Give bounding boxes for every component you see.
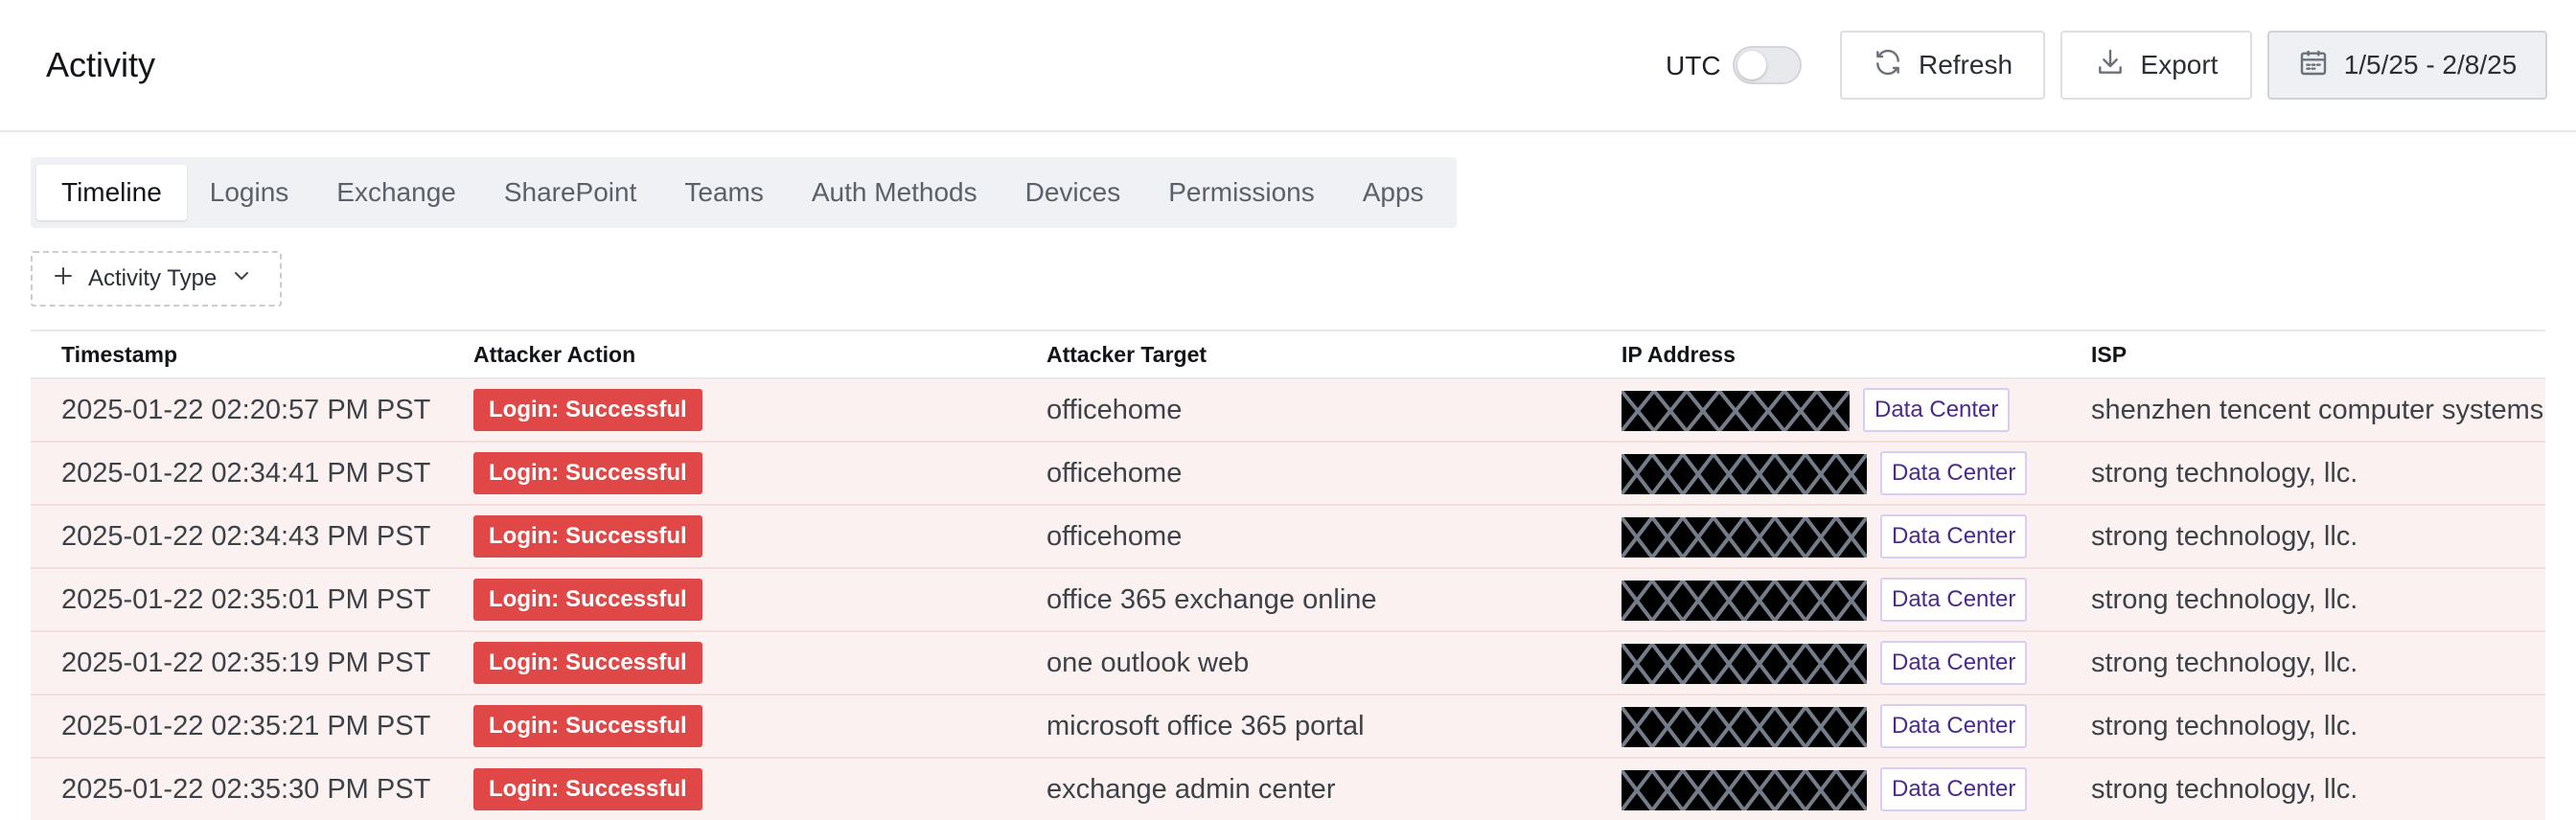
table-header: Timestamp Attacker Action Attacker Targe…	[31, 330, 2545, 379]
utc-label: UTC	[1666, 51, 1721, 80]
timestamp-cell: 2025-01-22 02:35:30 PM PST	[61, 774, 431, 805]
refresh-icon	[1873, 47, 1903, 84]
redacted-ip	[1622, 770, 1867, 810]
action-badge: Login: Successful	[473, 452, 702, 494]
action-badge: Login: Successful	[473, 579, 702, 621]
action-badge: Login: Successful	[473, 515, 702, 558]
redacted-ip	[1622, 707, 1867, 747]
refresh-label: Refresh	[1918, 50, 2013, 80]
data-center-badge: Data Center	[1880, 704, 2028, 748]
tab-sharepoint[interactable]: SharePoint	[479, 165, 662, 220]
data-center-badge: Data Center	[1880, 578, 2028, 622]
target-cell: microsoft office 365 portal	[1046, 711, 1365, 741]
data-center-badge: Data Center	[1880, 451, 2028, 495]
target-cell: officehome	[1046, 395, 1183, 425]
timestamp-cell: 2025-01-22 02:35:19 PM PST	[61, 648, 431, 678]
target-cell: officehome	[1046, 458, 1183, 489]
activity-tabs: Timeline Logins Exchange SharePoint Team…	[31, 157, 1457, 228]
isp-cell: strong technology, llc.	[2091, 458, 2358, 489]
activity-type-filter[interactable]: Activity Type	[31, 251, 282, 307]
tab-permissions[interactable]: Permissions	[1143, 165, 1339, 220]
column-header-ip-address[interactable]: IP Address	[1622, 331, 1736, 377]
tab-exchange[interactable]: Exchange	[311, 165, 481, 220]
isp-cell: shenzhen tencent computer systems c	[2091, 395, 2545, 425]
export-label: Export	[2140, 50, 2219, 80]
export-button[interactable]: Export	[2060, 31, 2252, 100]
redacted-ip	[1622, 454, 1867, 494]
column-header-attacker-action[interactable]: Attacker Action	[473, 331, 635, 377]
isp-cell: strong technology, llc.	[2091, 648, 2358, 678]
tab-teams[interactable]: Teams	[659, 165, 788, 220]
data-center-badge: Data Center	[1863, 388, 2011, 432]
table-row[interactable]: 2025-01-22 02:35:01 PM PST Login: Succes…	[31, 569, 2545, 632]
tab-auth-methods[interactable]: Auth Methods	[787, 165, 1002, 220]
target-cell: one outlook web	[1046, 648, 1250, 678]
table-row[interactable]: 2025-01-22 02:20:57 PM PST Login: Succes…	[31, 379, 2545, 443]
page-header: Activity UTC Refresh Export 1/5/25 - 2/8…	[0, 0, 2576, 132]
redacted-ip	[1622, 581, 1867, 621]
date-range-value: 1/5/25 - 2/8/25	[2343, 50, 2518, 80]
download-icon	[2095, 47, 2126, 84]
plus-icon	[52, 264, 75, 294]
utc-toggle[interactable]	[1733, 46, 1802, 84]
table-row[interactable]: 2025-01-22 02:34:41 PM PST Login: Succes…	[31, 443, 2545, 506]
redacted-ip	[1622, 517, 1867, 558]
page-title: Activity	[46, 45, 156, 84]
data-center-badge: Data Center	[1880, 514, 2028, 558]
table-row[interactable]: 2025-01-22 02:35:21 PM PST Login: Succes…	[31, 695, 2545, 759]
column-header-attacker-target[interactable]: Attacker Target	[1046, 331, 1207, 377]
tab-timeline[interactable]: Timeline	[36, 165, 187, 220]
filter-label: Activity Type	[88, 265, 218, 291]
tab-apps[interactable]: Apps	[1338, 165, 1449, 220]
action-badge: Login: Successful	[473, 705, 702, 747]
timestamp-cell: 2025-01-22 02:35:21 PM PST	[61, 711, 431, 741]
timestamp-cell: 2025-01-22 02:20:57 PM PST	[61, 395, 431, 425]
table-row[interactable]: 2025-01-22 02:35:19 PM PST Login: Succes…	[31, 632, 2545, 695]
data-center-badge: Data Center	[1880, 767, 2028, 811]
activity-table: Timestamp Attacker Action Attacker Targe…	[31, 330, 2545, 820]
isp-cell: strong technology, llc.	[2091, 521, 2358, 552]
action-badge: Login: Successful	[473, 768, 702, 810]
tab-devices[interactable]: Devices	[1000, 165, 1146, 220]
action-badge: Login: Successful	[473, 642, 702, 684]
column-header-isp[interactable]: ISP	[2091, 331, 2127, 377]
isp-cell: strong technology, llc.	[2091, 584, 2358, 615]
timestamp-cell: 2025-01-22 02:34:41 PM PST	[61, 458, 431, 489]
timestamp-cell: 2025-01-22 02:35:01 PM PST	[61, 584, 431, 615]
timestamp-cell: 2025-01-22 02:34:43 PM PST	[61, 521, 431, 552]
date-range-picker[interactable]: 1/5/25 - 2/8/25	[2267, 31, 2547, 100]
data-center-badge: Data Center	[1880, 641, 2028, 685]
isp-cell: strong technology, llc.	[2091, 774, 2358, 805]
refresh-button[interactable]: Refresh	[1840, 31, 2045, 100]
redacted-ip	[1622, 391, 1850, 431]
tab-logins[interactable]: Logins	[185, 165, 314, 220]
table-row[interactable]: 2025-01-22 02:34:43 PM PST Login: Succes…	[31, 506, 2545, 569]
redacted-ip	[1622, 644, 1867, 684]
target-cell: officehome	[1046, 521, 1183, 552]
target-cell: exchange admin center	[1046, 774, 1336, 805]
target-cell: office 365 exchange online	[1046, 584, 1377, 615]
chevron-down-icon	[230, 264, 253, 294]
calendar-icon	[2298, 47, 2329, 84]
isp-cell: strong technology, llc.	[2091, 711, 2358, 741]
column-header-timestamp[interactable]: Timestamp	[61, 331, 177, 377]
action-badge: Login: Successful	[473, 389, 702, 431]
table-row[interactable]: 2025-01-22 02:35:30 PM PST Login: Succes…	[31, 759, 2545, 820]
toggle-knob	[1737, 51, 1766, 80]
